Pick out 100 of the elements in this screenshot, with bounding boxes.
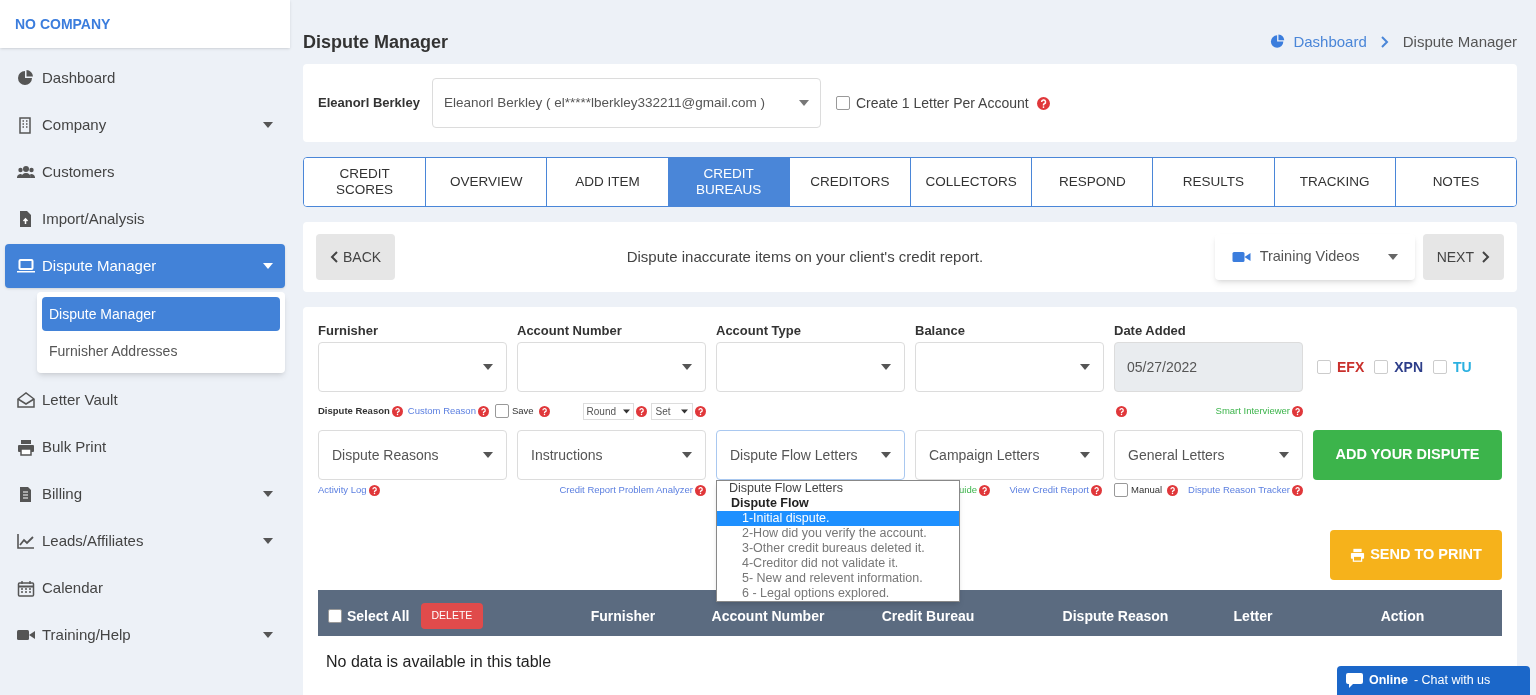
dropdown-option[interactable]: 2-How did you verify the account. xyxy=(717,526,959,541)
sidebar-item[interactable]: Customers xyxy=(5,150,285,194)
dropdown-option[interactable]: 6 - Legal options explored. xyxy=(717,586,959,601)
caret-icon xyxy=(1080,452,1090,458)
help-icon xyxy=(1292,484,1303,496)
caret-icon xyxy=(881,364,891,370)
dropdown-option[interactable]: 3-Other credit bureaus deleted it. xyxy=(717,541,959,556)
laptop-icon xyxy=(17,257,35,275)
select-field[interactable]: Dispute Reasons xyxy=(318,430,507,480)
checkbox-label: Save xyxy=(511,403,534,418)
select-field[interactable]: Instructions xyxy=(517,430,706,480)
caret-icon xyxy=(483,452,493,458)
select-field[interactable] xyxy=(318,342,507,392)
sidebar-item[interactable]: Company xyxy=(5,103,285,147)
sidebar-item[interactable]: Bulk Print xyxy=(5,425,285,469)
calendar-icon xyxy=(17,579,35,597)
speech-bubble-icon xyxy=(1346,673,1363,688)
chat-widget[interactable]: Online - Chat with us xyxy=(1337,666,1530,695)
tab[interactable]: NOTES xyxy=(1394,158,1516,206)
select-field[interactable]: Campaign Letters xyxy=(915,430,1104,480)
select-field[interactable]: General Letters xyxy=(1114,430,1303,480)
dropdown-option[interactable]: 5- New and relevent information. xyxy=(717,571,959,586)
column-header: Select All xyxy=(347,606,410,626)
caret-icon xyxy=(681,408,688,414)
chevron-right-icon xyxy=(1380,36,1389,48)
sidebar-item[interactable]: Training/Help xyxy=(5,613,285,657)
chevron-left-icon xyxy=(330,251,338,263)
line-chart-icon xyxy=(17,532,35,550)
view-report-link[interactable]: View Credit Report xyxy=(1009,482,1089,498)
select-field[interactable] xyxy=(915,342,1104,392)
dropdown-option[interactable]: 4-Creditor did not validate it. xyxy=(717,556,959,571)
help-icon xyxy=(635,405,647,417)
checkbox[interactable] xyxy=(494,404,509,418)
field-label: Account Number xyxy=(517,322,623,340)
checkbox[interactable] xyxy=(1114,483,1128,497)
select-field[interactable]: Dispute Flow Letters xyxy=(716,430,905,480)
caret-icon xyxy=(881,452,891,458)
help-icon xyxy=(978,484,990,496)
date-field: 05/27/2022 xyxy=(1114,342,1303,392)
checkbox[interactable] xyxy=(1433,360,1448,374)
client-name: Eleanorl Berkley xyxy=(318,94,420,113)
round-select[interactable]: Round xyxy=(582,402,634,420)
submenu-item[interactable]: Dispute Manager xyxy=(42,297,280,331)
help-icon xyxy=(1091,484,1102,496)
checkbox[interactable] xyxy=(1317,360,1331,374)
activity-log-link[interactable]: Activity Log xyxy=(318,482,367,498)
help-icon xyxy=(695,484,706,496)
caret-icon xyxy=(483,364,493,370)
column-header: Letter xyxy=(1232,606,1274,626)
sidebar-item[interactable]: Leads/Affiliates xyxy=(5,519,285,563)
sidebar-item[interactable]: Letter Vault xyxy=(5,378,285,422)
field-label: Account Type xyxy=(716,322,802,340)
select-field[interactable] xyxy=(716,342,905,392)
sidebar-item[interactable]: Dashboard xyxy=(5,56,285,100)
submenu-item[interactable]: Furnisher Addresses xyxy=(42,334,280,368)
delete-button[interactable]: DELETE xyxy=(420,603,484,629)
sidebar-item[interactable]: Dispute Manager xyxy=(5,244,285,288)
field-label: Furnisher xyxy=(318,322,379,340)
bureau-label: TU xyxy=(1453,357,1472,377)
column-header: Dispute Reason xyxy=(1061,606,1170,626)
checkbox-label: Manual xyxy=(1131,482,1163,497)
help-icon xyxy=(1116,405,1127,417)
column-header: Account Number xyxy=(710,606,826,626)
dropdown-option[interactable]: Dispute Flow Letters xyxy=(717,481,959,496)
select-field[interactable] xyxy=(517,342,706,392)
envelope-icon xyxy=(17,391,35,409)
checkbox[interactable] xyxy=(328,609,342,623)
column-header: Action xyxy=(1379,606,1426,626)
field-label: Balance xyxy=(915,322,966,340)
help-icon xyxy=(368,484,380,496)
training-videos-dropdown[interactable]: Training Videos xyxy=(1214,234,1415,280)
help-icon xyxy=(538,405,550,417)
caret-icon xyxy=(622,408,630,414)
custom-reason-link[interactable]: Custom Reason xyxy=(407,403,476,419)
tracker-link[interactable]: Dispute Reason Tracker xyxy=(1188,482,1290,498)
sidebar-item[interactable]: Calendar xyxy=(5,566,285,610)
tab[interactable]: CREDIT BUREAUS xyxy=(667,158,789,206)
page-title: Dispute Manager xyxy=(303,31,449,54)
field-label: Dispute Reason xyxy=(318,403,390,418)
caret-icon xyxy=(682,452,692,458)
set-select[interactable]: Set xyxy=(650,402,693,420)
instruction-text: Dispute inaccurate items on your client's credit report. xyxy=(625,246,985,267)
checkbox[interactable] xyxy=(1374,360,1389,374)
back-button[interactable]: BACK xyxy=(316,234,396,280)
analyzer-link[interactable]: Credit Report Problem Analyzer xyxy=(559,482,693,498)
help-icon xyxy=(391,405,403,417)
sidebar-item[interactable]: Billing xyxy=(5,472,285,516)
sidebar-item[interactable]: Import/Analysis xyxy=(5,197,285,241)
client-select[interactable]: Eleanorl Berkley ( el*****lberkley332211@gmail.com ) xyxy=(431,78,821,128)
caret-icon xyxy=(1387,254,1398,260)
checkbox[interactable] xyxy=(835,96,850,110)
pie-chart-icon xyxy=(1270,34,1287,50)
checkbox-label: Create 1 Letter Per Account xyxy=(855,93,1029,113)
caret-icon xyxy=(1080,364,1090,370)
empty-table-message: No data is available in this table xyxy=(325,652,553,672)
column-header: Furnisher xyxy=(589,606,657,626)
field-label: Date Added xyxy=(1114,322,1187,340)
video-camera-icon xyxy=(1231,249,1251,265)
help-icon xyxy=(695,405,706,417)
next-button[interactable]: NEXT xyxy=(1422,234,1504,280)
